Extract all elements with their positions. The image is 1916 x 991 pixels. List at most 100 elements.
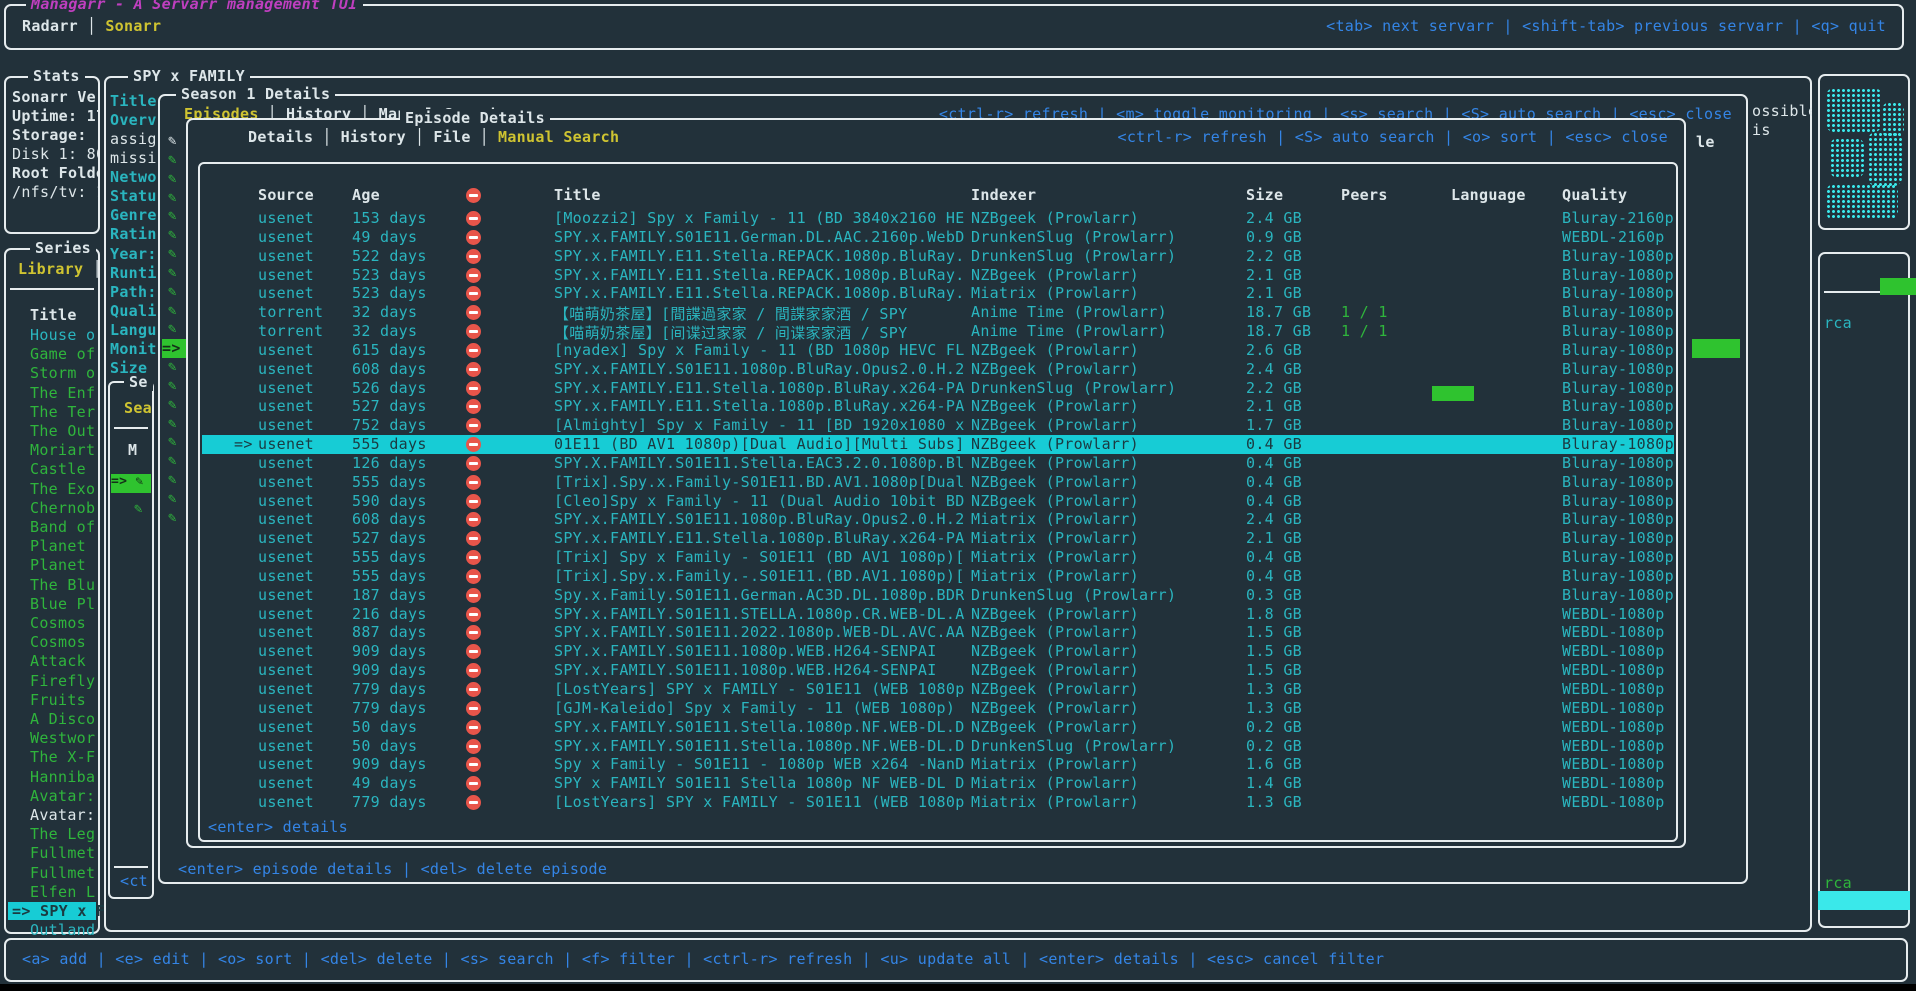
result-row[interactable]: usenet608 daysSPY.x.FAMILY.S01E11.1080p.…	[202, 510, 1674, 529]
series-item[interactable]: The Ter	[30, 403, 95, 421]
seasons-keybind-fragment: <ct	[120, 872, 148, 890]
result-row[interactable]: usenet216 daysSPY.x.FAMILY.S01E11.STELLA…	[202, 605, 1674, 624]
series-item[interactable]: Planet	[30, 537, 86, 555]
scrollbar-thumb[interactable]	[1880, 278, 1916, 295]
result-row[interactable]: usenet608 daysSPY.x.FAMILY.S01E11.1080p.…	[202, 360, 1674, 379]
result-row[interactable]: =>usenet555 days01E11 (BD AV1 1080p)[Dua…	[202, 435, 1674, 454]
series-item[interactable]: Outland	[30, 921, 95, 939]
no-entry-icon	[466, 701, 481, 716]
result-row[interactable]: usenet752 days[Almighty] Spy x Family - …	[202, 416, 1674, 435]
result-title: SPY.x.FAMILY.S01E11.1080p.WEB.H264-SENPA…	[554, 661, 964, 679]
result-row[interactable]: usenet527 daysSPY.x.FAMILY.E11.Stella.10…	[202, 529, 1674, 548]
episode-tab-file[interactable]: File	[433, 128, 470, 146]
result-row[interactable]: usenet909 daysSpy x Family - S01E11 - 10…	[202, 755, 1674, 774]
result-row[interactable]: usenet187 daysSpy.x.Family.S01E11.German…	[202, 586, 1674, 605]
result-row[interactable]: usenet887 daysSPY.x.FAMILY.S01E11.2022.1…	[202, 623, 1674, 642]
series-item[interactable]: Cosmos	[30, 633, 86, 651]
result-title: SPY.x.FAMILY.E11.Stella.1080p.BluRay.x26…	[554, 529, 964, 547]
result-row[interactable]: usenet523 daysSPY.x.FAMILY.E11.Stella.RE…	[202, 284, 1674, 303]
series-item[interactable]: Hanniba	[30, 768, 95, 786]
result-size: 0.4 GB	[1246, 567, 1302, 585]
series-item[interactable]: Fullmet	[30, 844, 95, 862]
series-item[interactable]: Game of	[30, 345, 95, 363]
result-row[interactable]: usenet555 days[Trix].Spy.x.Family.-.S01E…	[202, 567, 1674, 586]
result-row[interactable]: usenet50 daysSPY.x.FAMILY.S01E11.Stella.…	[202, 718, 1674, 737]
series-item[interactable]: A Disco	[30, 710, 95, 728]
result-age: 527 days	[352, 529, 427, 547]
result-row[interactable]: usenet779 days[GJM-Kaleido] Spy x Family…	[202, 699, 1674, 718]
result-row[interactable]: usenet49 daysSPY.x.FAMILY.S01E11.German.…	[202, 228, 1674, 247]
series-item[interactable]: Cosmos	[30, 614, 86, 632]
tab-sonarr[interactable]: Sonarr	[105, 17, 161, 35]
series-item[interactable]: Fruits	[30, 691, 86, 709]
series-item[interactable]: Chernob	[30, 499, 95, 517]
series-item[interactable]: Storm o	[30, 364, 95, 382]
no-entry-icon	[466, 776, 481, 791]
season-popup-title: Season 1 Details	[176, 85, 335, 103]
result-size: 2.2 GB	[1246, 379, 1302, 397]
result-source: usenet	[258, 247, 314, 265]
series-item[interactable]: Planet	[30, 556, 86, 574]
series-item[interactable]: The Exo	[30, 480, 95, 498]
result-size: 0.4 GB	[1246, 473, 1302, 491]
episode-popup-title: Episode Details	[400, 109, 550, 127]
result-title: [LostYears] SPY x FAMILY - S01E11 (WEB 1…	[554, 680, 964, 698]
series-item[interactable]: Attack	[30, 652, 86, 670]
series-item[interactable]: The Enf	[30, 384, 95, 402]
result-row[interactable]: usenet779 days[LostYears] SPY x FAMILY -…	[202, 793, 1674, 812]
result-title: SPY.x.FAMILY.S01E11.German.DL.AAC.2160p.…	[554, 228, 964, 246]
tab-separator: │	[78, 17, 105, 35]
result-row[interactable]: usenet779 days[LostYears] SPY x FAMILY -…	[202, 680, 1674, 699]
result-indexer: NZBgeek (Prowlarr)	[971, 209, 1239, 227]
episode-tab-history[interactable]: History	[341, 128, 406, 146]
result-row[interactable]: usenet909 daysSPY.x.FAMILY.S01E11.1080p.…	[202, 661, 1674, 680]
result-row[interactable]: usenet590 days[Cleo]Spy x Family - 11 (D…	[202, 492, 1674, 511]
result-row[interactable]: usenet50 daysSPY.x.FAMILY.S01E11.Stella.…	[202, 737, 1674, 756]
result-source: torrent	[258, 322, 323, 340]
result-row[interactable]: torrent32 days【喵萌奶茶屋】[間諜過家家 / 間諜家家酒 / SP…	[202, 303, 1674, 322]
stat-line: Uptime: 17	[12, 107, 98, 125]
tab-radarr[interactable]: Radarr	[22, 17, 78, 35]
episode-tab-manual-search[interactable]: Manual Search	[498, 128, 619, 146]
series-item[interactable]: Elfen L	[30, 883, 95, 901]
scrollbar-thumb[interactable]	[1432, 386, 1474, 401]
result-row[interactable]: usenet615 days[nyadex] Spy x Family - 11…	[202, 341, 1674, 360]
result-row[interactable]: torrent32 days【喵萌奶茶屋】[间谍过家家 / 间谍家家酒 / SP…	[202, 322, 1674, 341]
selected-item-bar[interactable]	[1818, 891, 1910, 910]
monitored-pencil-icon: ✎	[168, 208, 177, 224]
selected-season-row[interactable]: => ✎	[111, 474, 151, 493]
series-item[interactable]: Westwor	[30, 729, 95, 747]
result-row[interactable]: usenet523 daysSPY.x.FAMILY.E11.Stella.RE…	[202, 266, 1674, 285]
series-item[interactable]: Avatar:	[30, 806, 95, 824]
result-row[interactable]: usenet153 days[Moozzi2] Spy x Family - 1…	[202, 209, 1674, 228]
series-item[interactable]: => SPY x F	[8, 902, 96, 920]
tab-seasons[interactable]: Sea	[124, 399, 152, 417]
selected-episode-row-fragment[interactable]: =>	[162, 339, 186, 358]
result-row[interactable]: usenet522 daysSPY.x.FAMILY.E11.Stella.RE…	[202, 247, 1674, 266]
result-indexer: DrunkenSlug (Prowlarr)	[971, 737, 1239, 755]
no-entry-icon	[466, 550, 481, 565]
tab-library[interactable]: Library │	[18, 260, 102, 278]
result-source: usenet	[258, 266, 314, 284]
series-item[interactable]: House o	[30, 326, 95, 344]
series-item[interactable]: Avatar:	[30, 787, 95, 805]
result-row[interactable]: usenet555 days[Trix] Spy x Family - S01E…	[202, 548, 1674, 567]
series-item[interactable]: Fullmet	[30, 864, 95, 882]
result-row[interactable]: usenet555 days[Trix].Spy.x.Family-S01E11…	[202, 473, 1674, 492]
series-item[interactable]: The Leg	[30, 825, 95, 843]
episode-tab-details[interactable]: Details	[248, 128, 313, 146]
result-row[interactable]: usenet909 daysSPY.x.FAMILY.S01E11.1080p.…	[202, 642, 1674, 661]
result-row[interactable]: usenet126 daysSPY.X.FAMILY.S01E11.Stella…	[202, 454, 1674, 473]
result-row[interactable]: usenet49 daysSPY x FAMILY S01E11 Stella …	[202, 774, 1674, 793]
series-item[interactable]: Firefly	[30, 672, 95, 690]
series-item[interactable]: Moriart	[30, 441, 95, 459]
series-item[interactable]: Blue Pl	[30, 595, 95, 613]
series-item[interactable]: Band of	[30, 518, 95, 536]
series-item[interactable]: The X-F	[30, 748, 95, 766]
series-item[interactable]: Castle	[30, 460, 86, 478]
monitored-pencil-icon: ✎	[134, 501, 143, 517]
series-item[interactable]: The Blu	[30, 576, 95, 594]
series-item[interactable]: The Out	[30, 422, 95, 440]
result-age: 555 days	[352, 548, 427, 566]
stats-title: Stats	[28, 67, 85, 85]
